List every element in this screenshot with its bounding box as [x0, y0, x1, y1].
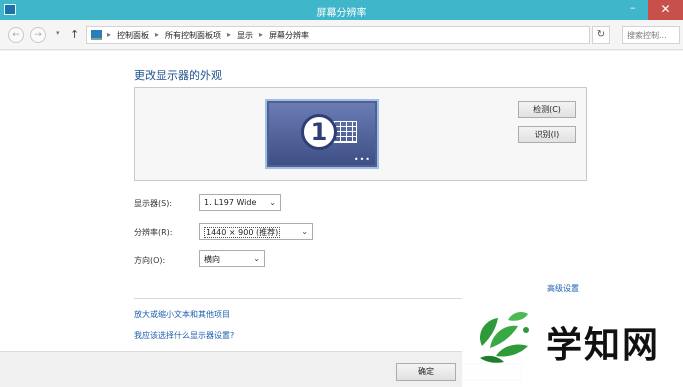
orientation-select[interactable]: 横向 ⌄: [199, 250, 265, 267]
display-preview-panel: 1 ••• 检测(C) 识别(I): [134, 87, 587, 181]
navigation-bar: ← → ▾ ↑ ▸ 控制面板 ▸ 所有控制面板项 ▸ 显示 ▸ 屏幕分辨率 ⌄ …: [0, 20, 683, 50]
breadcrumb-all-items[interactable]: 所有控制面板项: [165, 30, 221, 41]
breadcrumb-separator: ▸: [259, 30, 264, 39]
display-value: 1. L197 Wide: [204, 198, 257, 207]
monitor-1-tile[interactable]: 1 •••: [265, 99, 379, 169]
back-button[interactable]: ←: [8, 27, 24, 43]
watermark-text: 学知网: [546, 325, 661, 366]
breadcrumb-screen-resolution[interactable]: 屏幕分辨率: [269, 30, 309, 41]
forward-button[interactable]: →: [30, 27, 46, 43]
search-input[interactable]: 搜索控制...: [622, 26, 680, 44]
resolution-label: 分辨率(R):: [134, 228, 173, 237]
which-display-settings-link[interactable]: 我应该选择什么显示器设置?: [134, 330, 234, 341]
breadcrumb-separator: ▸: [155, 30, 160, 39]
breadcrumb-separator: ▸: [107, 30, 112, 39]
window-title: 屏幕分辨率: [316, 8, 367, 19]
chevron-down-icon: ⌄: [269, 198, 276, 207]
resolution-value: 1440 × 900 (推荐): [204, 227, 281, 238]
watermark-logo-icon: [479, 312, 529, 363]
up-button[interactable]: ↑: [70, 28, 79, 41]
ok-button[interactable]: 确定: [396, 363, 456, 381]
orientation-value: 横向: [204, 255, 220, 264]
text-size-link[interactable]: 放大或缩小文本和其他项目: [134, 309, 230, 320]
monitor-number: 1: [301, 114, 337, 150]
display-select[interactable]: 1. L197 Wide ⌄: [199, 194, 281, 211]
recent-locations-icon[interactable]: ▾: [56, 29, 60, 37]
breadcrumb-display[interactable]: 显示: [237, 30, 253, 41]
breadcrumb: ▸ 控制面板 ▸ 所有控制面板项 ▸ 显示 ▸ 屏幕分辨率: [107, 30, 309, 41]
breadcrumb-control-panel[interactable]: 控制面板: [117, 30, 149, 41]
resolution-select[interactable]: 1440 × 900 (推荐) ⌄: [199, 223, 313, 240]
close-button[interactable]: ✕: [648, 0, 683, 20]
watermark: 学知网: [462, 298, 683, 387]
page-title: 更改显示器的外观: [134, 69, 222, 82]
orientation-label: 方向(O):: [134, 256, 166, 265]
identify-button[interactable]: 识别(I): [518, 126, 576, 143]
breadcrumb-separator: ▸: [227, 30, 232, 39]
monitor-dots: •••: [353, 155, 371, 164]
chevron-down-icon: ⌄: [301, 227, 308, 236]
detect-button[interactable]: 检测(C): [518, 101, 576, 118]
address-bar[interactable]: ▸ 控制面板 ▸ 所有控制面板项 ▸ 显示 ▸ 屏幕分辨率 ⌄: [86, 26, 674, 44]
minimize-button[interactable]: –: [630, 1, 636, 14]
chevron-down-icon: ⌄: [253, 254, 260, 263]
control-panel-icon: [91, 30, 102, 40]
refresh-button[interactable]: ↻: [592, 26, 610, 44]
advanced-settings-link[interactable]: 高级设置: [547, 283, 579, 294]
display-label: 显示器(S):: [134, 199, 173, 208]
title-bar: 屏幕分辨率 – ✕: [0, 0, 683, 20]
